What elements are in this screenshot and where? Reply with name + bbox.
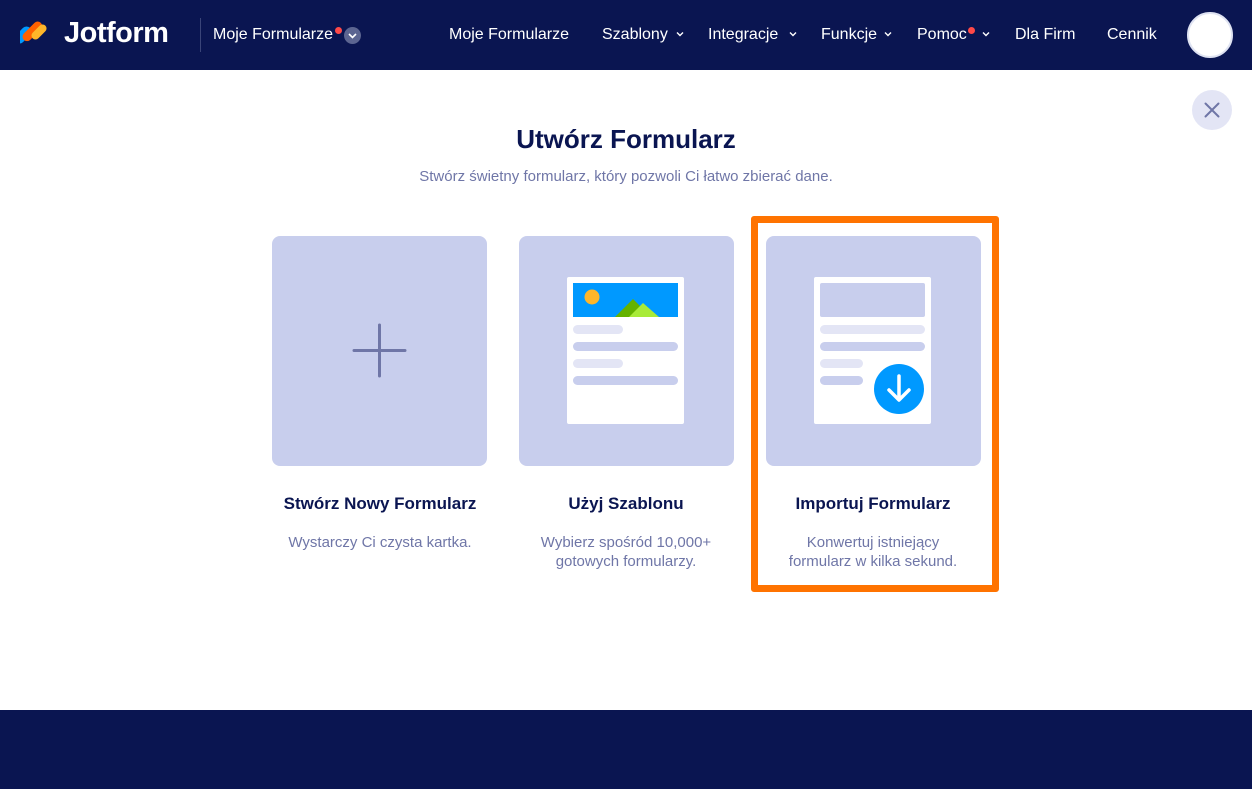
nav-enterprise[interactable]: Dla Firm — [1015, 26, 1075, 44]
nav-pricing[interactable]: Cennik — [1107, 26, 1157, 44]
card-title[interactable]: Stwórz Nowy Formularz — [250, 494, 510, 514]
card-description-line: Konwertuj istniejący — [806, 534, 940, 551]
template-document-icon — [567, 277, 684, 424]
nav-features[interactable]: Funkcje — [821, 26, 877, 44]
jotform-logo-icon[interactable] — [20, 19, 50, 51]
card-title[interactable]: Importuj Formularz — [743, 494, 1003, 514]
avatar[interactable] — [1187, 12, 1233, 58]
page-title: Utwórz Formularz — [516, 124, 736, 154]
card-description: Wybierz spośród 10,000+ gotowych formula… — [496, 533, 756, 571]
chevron-down-icon[interactable] — [789, 30, 797, 38]
page-subtitle: Stwórz świetny formularz, który pozwoli … — [419, 168, 833, 185]
create-blank-form-card[interactable] — [272, 236, 487, 466]
top-navbar: Jotform Moje Formularze Moje Formularze … — [0, 0, 1252, 70]
card-description: Wystarczy Ci czysta kartka. — [288, 534, 472, 551]
card-description-line: Wybierz spośród 10,000+ — [540, 534, 712, 551]
nav-help[interactable]: Pomoc — [917, 26, 967, 44]
nav-my-forms[interactable]: Moje Formularze — [449, 26, 569, 44]
brand-name[interactable]: Jotform — [64, 17, 169, 50]
nav-divider — [200, 18, 201, 52]
nav-templates[interactable]: Szablony — [602, 26, 668, 44]
my-forms-dropdown[interactable]: Moje Formularze — [213, 26, 333, 44]
chevron-down-icon[interactable] — [676, 30, 684, 38]
card-description-line: gotowych formularzy. — [555, 553, 697, 570]
nav-integrations[interactable]: Integracje — [708, 26, 778, 44]
notification-dot — [968, 27, 975, 34]
card-description: Konwertuj istniejący formularz w kilka s… — [743, 533, 1003, 571]
import-document-icon — [814, 277, 931, 424]
chevron-down-icon[interactable] — [344, 27, 361, 44]
card-description-line: formularz w kilka sekund. — [788, 553, 958, 570]
plus-icon — [352, 323, 407, 378]
chevron-down-icon[interactable] — [884, 30, 892, 38]
chevron-down-icon[interactable] — [982, 30, 990, 38]
footer-bar — [0, 710, 1252, 789]
notification-dot — [335, 27, 342, 34]
card-title[interactable]: Użyj Szablonu — [496, 494, 756, 514]
